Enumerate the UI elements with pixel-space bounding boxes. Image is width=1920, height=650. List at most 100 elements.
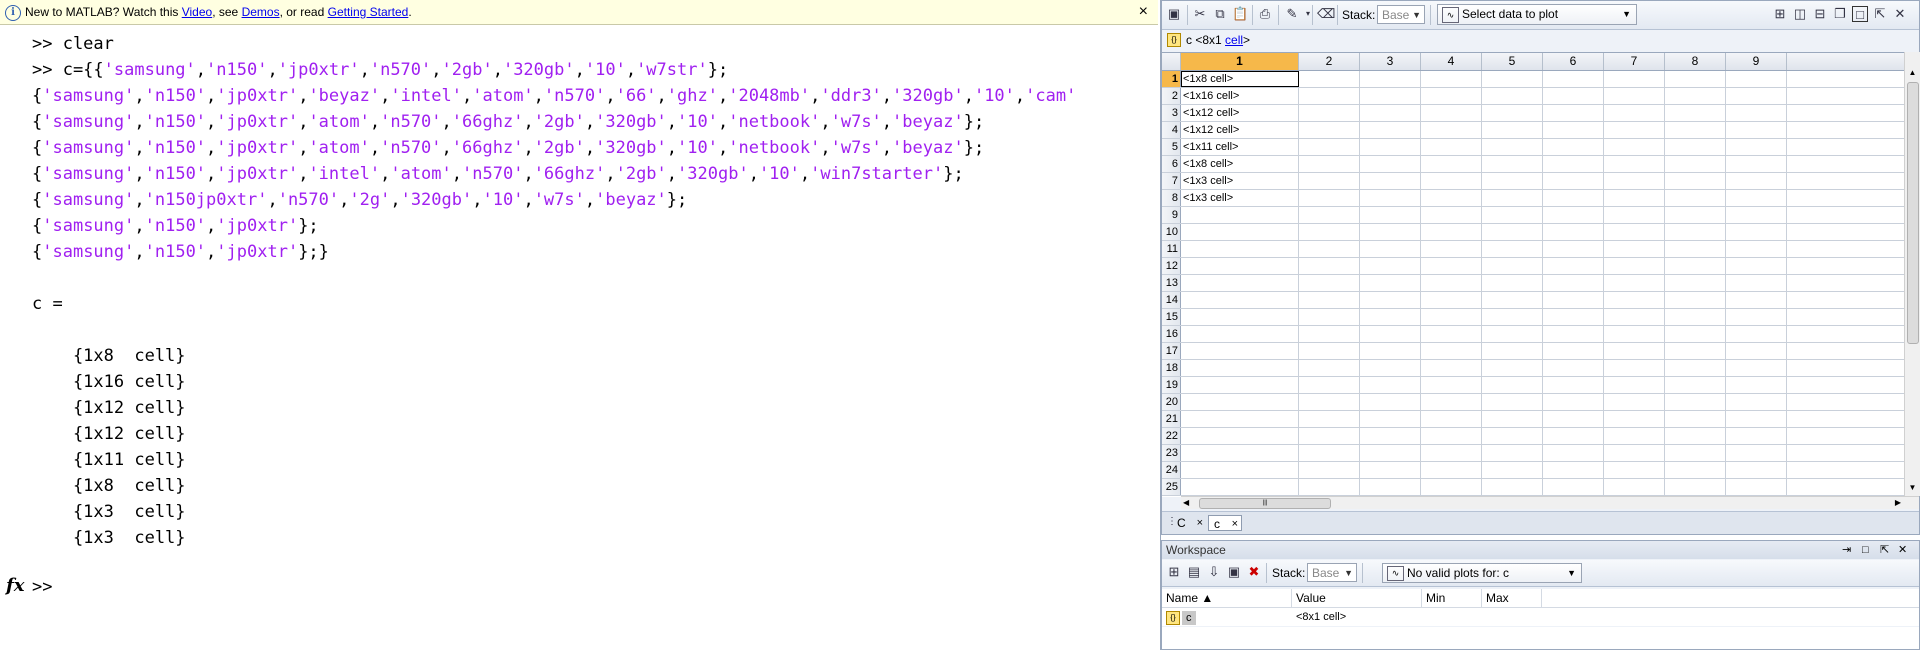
grid-cell[interactable] [1360, 105, 1421, 121]
row-header[interactable]: 4 [1162, 122, 1181, 138]
scroll-down-icon[interactable]: ▼ [1905, 483, 1920, 492]
grid-cell[interactable] [1665, 156, 1726, 172]
grid-cell[interactable] [1665, 326, 1726, 342]
grid-cell[interactable] [1726, 343, 1787, 359]
column-header[interactable]: 4 [1421, 53, 1482, 70]
grid-cell[interactable] [1421, 207, 1482, 223]
grid-cell[interactable] [1360, 411, 1421, 427]
grid-cell[interactable] [1726, 292, 1787, 308]
grid-cell[interactable] [1360, 275, 1421, 291]
grid-cell[interactable] [1726, 479, 1787, 495]
grid-cell[interactable] [1543, 139, 1604, 155]
row-header[interactable]: 5 [1162, 139, 1181, 155]
grid-cell[interactable] [1181, 326, 1299, 342]
grid-cell[interactable] [1726, 207, 1787, 223]
grid-cell[interactable] [1543, 326, 1604, 342]
brush-icon[interactable]: ✎ [1284, 6, 1300, 22]
demos-link[interactable]: Demos [242, 5, 280, 19]
grid-cell[interactable] [1181, 462, 1299, 478]
grid-cell[interactable] [1421, 292, 1482, 308]
grid-cell[interactable] [1360, 326, 1421, 342]
grid-cell[interactable] [1604, 479, 1665, 495]
grid-cell[interactable] [1360, 394, 1421, 410]
row-header[interactable]: 21 [1162, 411, 1181, 427]
grid-cell[interactable] [1665, 343, 1726, 359]
column-header[interactable]: 9 [1726, 53, 1787, 70]
grid-cell[interactable] [1421, 411, 1482, 427]
grid-cell[interactable] [1604, 428, 1665, 444]
grid-cell[interactable] [1543, 462, 1604, 478]
grid-cell[interactable] [1665, 173, 1726, 189]
grid-cell[interactable] [1181, 207, 1299, 223]
grid-cell[interactable] [1543, 275, 1604, 291]
grid-cell[interactable] [1181, 309, 1299, 325]
grid-cell[interactable] [1665, 224, 1726, 240]
column-header[interactable]: 6 [1543, 53, 1604, 70]
command-window[interactable]: i New to MATLAB? Watch this Video, see D… [0, 0, 1161, 650]
grid-cell[interactable] [1604, 326, 1665, 342]
grid-cell[interactable] [1299, 343, 1360, 359]
grid-cell[interactable] [1482, 139, 1543, 155]
grid-cell[interactable] [1482, 224, 1543, 240]
grid-corner[interactable] [1162, 53, 1181, 70]
grid-cell[interactable] [1604, 292, 1665, 308]
grid-cell[interactable]: <1x11 cell> [1181, 139, 1299, 155]
grid-cell[interactable] [1543, 428, 1604, 444]
grid-cell[interactable] [1665, 241, 1726, 257]
grid-cell[interactable] [1665, 479, 1726, 495]
horizontal-scrollbar[interactable]: ◀ ||| ▶ [1181, 496, 1919, 509]
cell-link[interactable]: cell [1225, 33, 1243, 47]
grid-cell[interactable] [1181, 479, 1299, 495]
delete-icon[interactable]: ✖ [1246, 564, 1262, 580]
grid-cell[interactable] [1299, 309, 1360, 325]
grid-cell[interactable] [1482, 88, 1543, 104]
grid-cell[interactable] [1482, 258, 1543, 274]
row-header[interactable]: 19 [1162, 377, 1181, 393]
grid-cell[interactable] [1181, 224, 1299, 240]
grid-cell[interactable] [1299, 139, 1360, 155]
grid-cell[interactable] [1360, 292, 1421, 308]
grid-cell[interactable] [1543, 377, 1604, 393]
grid-cell[interactable] [1360, 445, 1421, 461]
grid-cell[interactable] [1482, 326, 1543, 342]
grid-cell[interactable] [1482, 377, 1543, 393]
grid-cell[interactable] [1482, 445, 1543, 461]
grid-cell[interactable] [1665, 428, 1726, 444]
grid-cell[interactable] [1726, 428, 1787, 444]
grid-cell[interactable] [1543, 309, 1604, 325]
grid-cell[interactable] [1360, 377, 1421, 393]
scroll-thumb[interactable] [1907, 82, 1919, 344]
grid-cell[interactable] [1482, 411, 1543, 427]
grid-cell[interactable] [1421, 479, 1482, 495]
scroll-right-icon[interactable]: ▶ [1895, 497, 1901, 509]
grid-cell[interactable] [1482, 428, 1543, 444]
grid-cell[interactable] [1299, 394, 1360, 410]
grid-cell[interactable] [1299, 411, 1360, 427]
save-icon[interactable]: ▣ [1226, 564, 1242, 580]
grid-cell[interactable] [1421, 173, 1482, 189]
grid-cell[interactable] [1482, 275, 1543, 291]
grid-cell[interactable] [1421, 88, 1482, 104]
grid-cell[interactable] [1726, 394, 1787, 410]
chevron-down-icon[interactable]: ▾ [1300, 6, 1316, 22]
maximize-icon[interactable]: □ [1862, 541, 1869, 559]
tab-c[interactable]: c × [1208, 515, 1242, 531]
grid-cell[interactable] [1482, 156, 1543, 172]
grid-cell[interactable] [1726, 377, 1787, 393]
grid-cell[interactable] [1726, 309, 1787, 325]
grid-cell[interactable] [1421, 309, 1482, 325]
row-header[interactable]: 7 [1162, 173, 1181, 189]
grid-cell[interactable] [1360, 156, 1421, 172]
grid-cell[interactable] [1360, 309, 1421, 325]
grid-cell[interactable] [1604, 139, 1665, 155]
grid-cell[interactable] [1421, 326, 1482, 342]
grid-cell[interactable]: <1x16 cell> [1181, 88, 1299, 104]
grid-cell[interactable] [1482, 309, 1543, 325]
grid-cell[interactable] [1181, 377, 1299, 393]
grid-cell[interactable] [1726, 462, 1787, 478]
grid-cell[interactable] [1726, 190, 1787, 206]
grid-cell[interactable] [1482, 122, 1543, 138]
grid-cell[interactable] [1665, 462, 1726, 478]
grid-cell[interactable] [1604, 309, 1665, 325]
copy-icon[interactable]: ⧉ [1212, 6, 1228, 22]
